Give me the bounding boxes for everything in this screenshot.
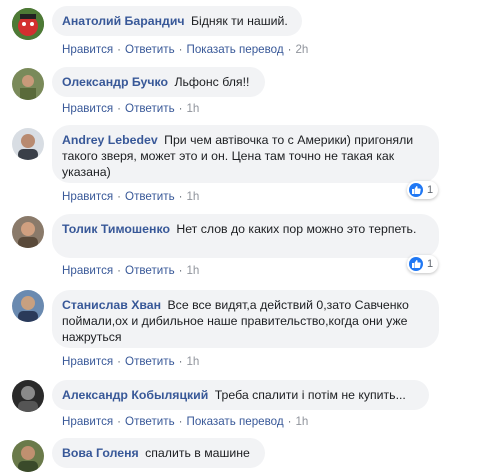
separator: ·	[178, 43, 183, 56]
comment-author[interactable]: Александр Кобыляцкий	[62, 388, 208, 402]
comment-actions: Нравится · Ответить · 1h	[62, 102, 199, 115]
separator: ·	[287, 43, 292, 56]
comment-author[interactable]: Станислав Хван	[62, 298, 161, 312]
comment-time[interactable]: 1h	[186, 190, 199, 203]
comment-time[interactable]: 1h	[186, 355, 199, 368]
comment-author[interactable]: Олександр Бучко	[62, 75, 168, 89]
separator: ·	[117, 355, 122, 368]
comment-actions: Нравится · Ответить · 1h	[62, 264, 199, 277]
comment-actions: Нравится · Ответить · 1h	[62, 190, 199, 203]
like-button[interactable]: Нравится	[62, 102, 113, 115]
separator: ·	[117, 415, 122, 428]
like-button[interactable]: Нравится	[62, 264, 113, 277]
comment-author[interactable]: Толик Тимошенко	[62, 222, 170, 236]
like-button[interactable]: Нравится	[62, 43, 113, 56]
reply-button[interactable]: Ответить	[125, 190, 175, 203]
reply-button[interactable]: Ответить	[125, 43, 175, 56]
comment-text: Треба спалити і потім не купить...	[214, 388, 406, 402]
comment-actions: Нравится · Ответить · Показать перевод · 2h	[62, 43, 308, 56]
avatar[interactable]	[12, 380, 44, 412]
translate-button[interactable]: Показать перевод	[186, 43, 283, 56]
comment-author[interactable]: Анатолий Барандич	[62, 14, 185, 28]
reaction-count[interactable]: 1	[407, 255, 439, 273]
reaction-count[interactable]: 1	[407, 181, 439, 199]
like-button[interactable]: Нравится	[62, 190, 113, 203]
reply-button[interactable]: Ответить	[125, 355, 175, 368]
comment-bubble: Станислав Хван Все все видят,а действий …	[52, 290, 439, 348]
comment-time[interactable]: 1h	[295, 415, 308, 428]
reaction-number: 1	[427, 184, 434, 196]
separator: ·	[117, 43, 122, 56]
avatar[interactable]	[12, 8, 44, 40]
comment-bubble: Толик Тимошенко Нет слов до каких пор мо…	[52, 214, 439, 258]
comment-text: спалить в машине	[145, 446, 250, 460]
comment-bubble: Вова Голеня спалить в машине	[52, 438, 265, 468]
separator: ·	[178, 264, 183, 277]
avatar[interactable]	[12, 290, 44, 322]
translate-button[interactable]: Показать перевод	[186, 415, 283, 428]
avatar[interactable]	[12, 440, 44, 472]
comment-time[interactable]: 2h	[295, 43, 308, 56]
separator: ·	[117, 102, 122, 115]
like-icon	[409, 183, 423, 197]
reaction-number: 1	[427, 258, 434, 270]
comment-bubble: Анатолий Барандич Бідняк ти наший.	[52, 6, 302, 36]
avatar[interactable]	[12, 216, 44, 248]
separator: ·	[178, 190, 183, 203]
reply-button[interactable]: Ответить	[125, 264, 175, 277]
comment-actions: Нравится · Ответить · 1h	[62, 355, 199, 368]
avatar[interactable]	[12, 68, 44, 100]
like-icon	[409, 257, 423, 271]
comment-bubble: Andrey Lebedev При чем автівочка то с Ам…	[52, 125, 439, 183]
comment-bubble: Александр Кобыляцкий Треба спалити і пот…	[52, 380, 429, 410]
comment-author[interactable]: Andrey Lebedev	[62, 133, 158, 147]
comment-time[interactable]: 1h	[186, 102, 199, 115]
comment-author[interactable]: Вова Голеня	[62, 446, 139, 460]
separator: ·	[178, 102, 183, 115]
separator: ·	[287, 415, 292, 428]
separator: ·	[178, 415, 183, 428]
like-button[interactable]: Нравится	[62, 355, 113, 368]
comment-text: Нет слов до каких пор можно это терпеть.	[176, 222, 417, 236]
comment-actions: Нравится · Ответить · Показать перевод · 1h	[62, 415, 308, 428]
separator: ·	[117, 264, 122, 277]
comment-bubble: Олександр Бучко Льфонс бля!!	[52, 67, 265, 97]
separator: ·	[178, 355, 183, 368]
comment-time[interactable]: 1h	[186, 264, 199, 277]
reply-button[interactable]: Ответить	[125, 102, 175, 115]
avatar[interactable]	[12, 128, 44, 160]
comment-text: Бідняк ти наший.	[190, 14, 288, 28]
reply-button[interactable]: Ответить	[125, 415, 175, 428]
like-button[interactable]: Нравится	[62, 415, 113, 428]
separator: ·	[117, 190, 122, 203]
comment-text: Льфонс бля!!	[174, 75, 250, 89]
